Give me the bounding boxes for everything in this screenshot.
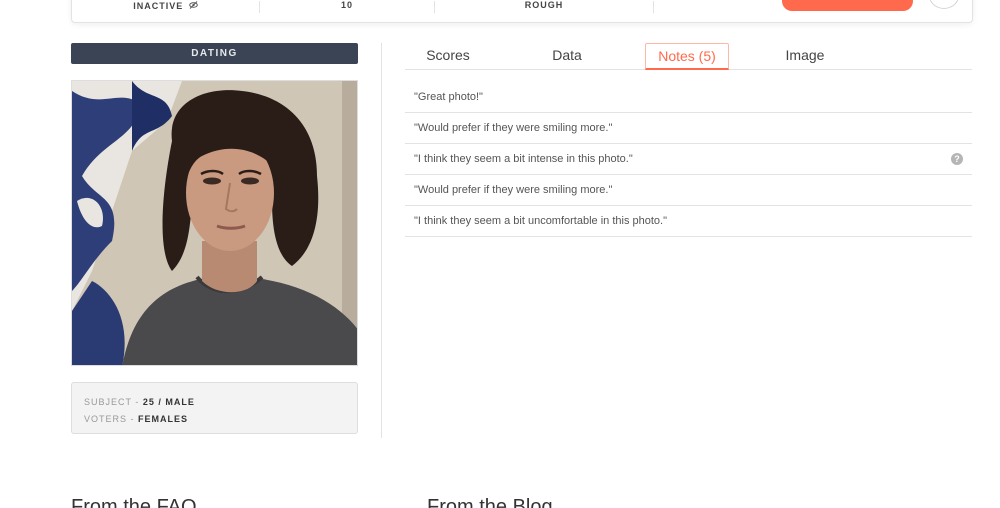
note-text: "I think they seem a bit uncomfortable i… <box>414 215 667 227</box>
note-item: "I think they seem a bit intense in this… <box>405 144 972 175</box>
note-text: "Would prefer if they were smiling more.… <box>414 184 613 196</box>
notes-list: "Great photo!" "Would prefer if they wer… <box>405 82 972 237</box>
subject-line: SUBJECT - 25 / MALE <box>84 394 357 411</box>
tab-image[interactable]: Image <box>763 43 847 70</box>
results-tabs: Scores Data Notes (5) Image <box>405 43 972 70</box>
primary-action-button[interactable] <box>782 0 913 11</box>
note-item: "Great photo!" <box>405 82 972 113</box>
mode-label: ROUGH <box>524 0 564 10</box>
voters-line: VOTERS - FEMALES <box>84 411 357 428</box>
note-item: "Would prefer if they were smiling more.… <box>405 175 972 206</box>
subject-key: SUBJECT <box>84 397 132 407</box>
status-cell[interactable]: INACTIVE <box>72 1 259 21</box>
separator: - <box>127 414 139 424</box>
column-divider <box>381 43 382 438</box>
help-icon[interactable]: ? <box>951 153 963 165</box>
count-value: 10 <box>340 0 353 10</box>
subject-photo-image <box>72 81 357 365</box>
divider <box>653 1 654 13</box>
blog-heading: From the Blog <box>427 496 553 508</box>
tab-data[interactable]: Data <box>525 43 609 70</box>
menu-button[interactable] <box>928 0 960 9</box>
subject-info: SUBJECT - 25 / MALE VOTERS - FEMALES <box>71 382 358 434</box>
note-text: "Great photo!" <box>414 91 483 103</box>
tab-notes[interactable]: Notes (5) <box>645 43 729 70</box>
faq-heading: From the FAQ <box>71 496 197 508</box>
note-text: "I think they seem a bit intense in this… <box>414 153 633 165</box>
stats-bar: INACTIVE 10 ROUGH <box>71 0 973 23</box>
note-item: "I think they seem a bit uncomfortable i… <box>405 206 972 237</box>
separator: - <box>131 397 143 407</box>
voters-key: VOTERS <box>84 414 128 424</box>
note-text: "Would prefer if they were smiling more.… <box>414 122 613 134</box>
status-label: INACTIVE <box>133 1 184 11</box>
tab-scores[interactable]: Scores <box>405 43 491 70</box>
note-item: "Would prefer if they were smiling more.… <box>405 113 972 144</box>
voters-value: FEMALES <box>138 414 189 424</box>
subject-photo <box>71 80 358 366</box>
eye-slash-icon <box>188 1 198 10</box>
category-badge: DATING <box>71 43 358 64</box>
subject-value: 25 / MALE <box>142 397 195 407</box>
